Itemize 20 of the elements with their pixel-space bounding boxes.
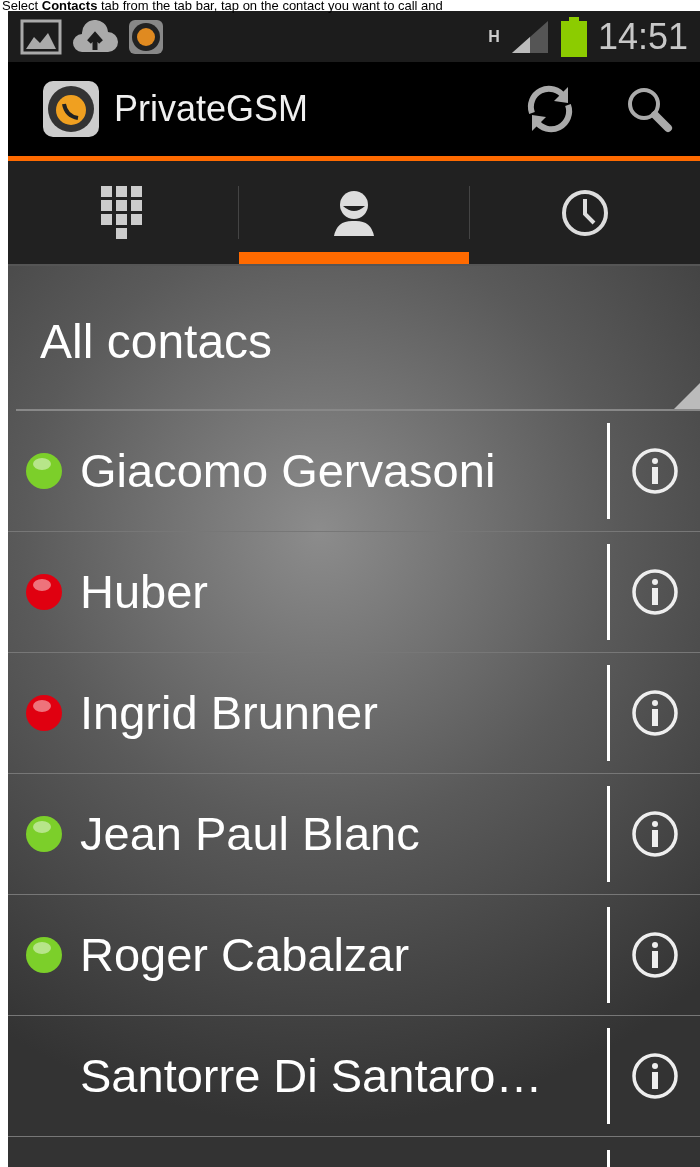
contact-name[interactable]: Jean Paul Blanc (80, 808, 607, 860)
network-type: H (488, 28, 500, 45)
picture-icon (20, 18, 62, 55)
clock-icon (561, 188, 609, 237)
contact-name[interactable]: Santorre Di Santaro… (80, 1050, 607, 1102)
app-logo-icon (42, 80, 100, 138)
battery-icon (559, 16, 588, 57)
contact-name[interactable]: Ingrid Brunner (80, 687, 607, 739)
person-icon (333, 189, 375, 236)
dropdown-corner-icon (674, 383, 700, 409)
upload-cloud-icon (72, 19, 118, 54)
app-title: PrivateGSM (114, 87, 309, 131)
contact-filter-dropdown[interactable]: All contacs (16, 266, 700, 411)
keypad-icon (101, 185, 145, 240)
caption-text: Select Contacts tab from the tab bar, tap on the contact you want to call and (1, 0, 444, 11)
contact-name[interactable]: Roger Cabalzar (80, 929, 607, 981)
contact-name[interactable]: Giacomo Gervasoni (80, 445, 607, 497)
clock-time: 14:51 (597, 18, 688, 55)
contact-name[interactable]: Huber (80, 566, 607, 618)
app-logo-icon (128, 18, 164, 55)
